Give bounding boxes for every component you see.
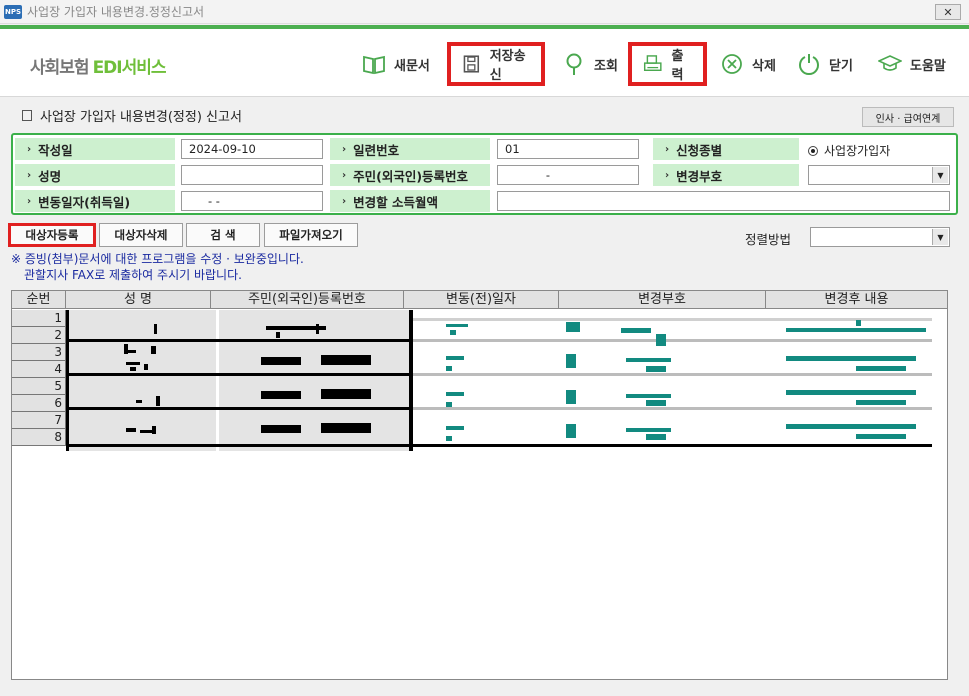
apply-type-label: 신청종별 [653,138,799,160]
import-file-button[interactable]: 파일가져오기 [264,223,358,247]
brand-part2: EDI서비스 [92,58,167,78]
name-field[interactable] [181,165,323,185]
change-date-field[interactable]: - - [181,191,323,211]
col-header-seq: 순번 [12,291,66,308]
window-titlebar: NPS 사업장 가입자 내용변경.정정신고서 ✕ [0,0,969,24]
row-number[interactable]: 5 [12,378,66,395]
help-button[interactable]: 도움말 [868,42,956,86]
hr-payroll-link-button[interactable]: 인사 · 급여연계 [862,107,954,127]
row-number[interactable]: 8 [12,429,66,446]
notice-line-1: ※ 증빙(첨부)문서에 대한 프로그램을 수정 · 보완중입니다. [11,252,304,266]
name-label: 성명 [15,164,175,186]
apply-type-value: 사업장가입자 [824,144,891,158]
chevron-down-icon: ▼ [932,167,948,183]
change-code-label: 변경부호 [653,164,799,186]
written-date-label: 작성일 [15,138,175,160]
print-button[interactable]: 출력 [628,42,707,86]
row-number[interactable]: 1 [12,310,66,327]
delete-button[interactable]: 삭제 [710,42,786,86]
new-document-label: 새문서 [394,58,430,74]
grid-header: 순번 성 명 주민(외국인)등록번호 변동(전)일자 변경부호 변경후 내용 [12,291,947,309]
help-label: 도움말 [910,58,946,74]
form-fields: 작성일 2024-09-10 일련번호 01 신청종별 사업장가입자 성명 주민… [11,133,958,215]
row-number[interactable]: 4 [12,361,66,378]
row-number[interactable]: 3 [12,344,66,361]
window-close-button[interactable]: ✕ [935,4,961,20]
form-title: 사업장 가입자 내용변경(정정) 신고서 [22,106,242,125]
book-icon [363,55,385,75]
delete-target-button[interactable]: 대상자삭제 [99,223,183,247]
power-icon [799,54,819,76]
row-number[interactable]: 6 [12,395,66,412]
change-date-label: 변동일자(취득일) [15,190,175,212]
sort-method-label: 정렬방법 [745,232,792,247]
resident-no-label: 주민(외국인)등록번호 [330,164,490,186]
save-send-button[interactable]: 저장송신 [447,42,545,86]
notice-text: ※ 증빙(첨부)문서에 대한 프로그램을 수정 · 보완중입니다. 관할지사 F… [11,251,304,283]
brand-part1: 사회보험 [30,58,90,78]
delete-label: 삭제 [752,58,776,74]
print-label: 출력 [671,49,684,83]
save-icon [463,55,480,73]
serial-no-label: 일련번호 [330,138,490,160]
hr-payroll-link-label: 인사 · 급여연계 [875,113,941,125]
col-header-resident-no: 주민(외국인)등록번호 [211,291,404,308]
written-date-field[interactable]: 2024-09-10 [181,139,323,159]
change-code-select[interactable]: ▼ [808,165,950,185]
brand-logo: 사회보험 EDI서비스 [30,53,167,78]
radio-selected-icon [808,145,818,156]
magnifier-icon [566,53,582,75]
subject-grid[interactable]: 순번 성 명 주민(외국인)등록번호 변동(전)일자 변경부호 변경후 내용 1… [11,290,948,680]
sort-method-select[interactable]: ▼ [810,227,950,247]
header-toolbar: 사회보험 EDI서비스 새문서 저장송신 조회 출력 삭제 닫기 도움말 [0,29,969,97]
redacted-grid-data [66,310,932,451]
row-number[interactable]: 7 [12,412,66,429]
register-target-button[interactable]: 대상자등록 [8,223,96,247]
register-target-label: 대상자등록 [25,228,79,242]
resident-no-field[interactable]: - [497,165,639,185]
income-month-label: 변경할 소득월액 [330,190,490,212]
new-document-button[interactable]: 새문서 [352,42,440,86]
nps-app-icon: NPS [4,4,22,19]
delete-circle-icon [722,54,742,74]
window-title: 사업장 가입자 내용변경.정정신고서 [27,5,205,19]
col-header-name: 성 명 [66,291,211,308]
col-header-after-content: 변경후 내용 [824,292,889,307]
chevron-down-icon: ▼ [932,229,948,245]
notice-line-2: 관할지사 FAX로 제출하여 주시기 바랍니다. [24,268,242,282]
row-number[interactable]: 2 [12,327,66,344]
printer-icon [643,55,662,71]
grid-search-button[interactable]: 검 색 [186,223,260,247]
serial-no-field[interactable]: 01 [497,139,639,159]
save-send-label: 저장송신 [489,49,526,83]
form-title-text: 사업장 가입자 내용변경(정정) 신고서 [40,110,242,125]
document-icon [22,110,32,121]
income-month-field[interactable] [497,191,950,211]
search-button[interactable]: 조회 [552,42,628,86]
grid-search-label: 검 색 [210,228,236,242]
close-label: 닫기 [829,58,853,74]
col-header-change-date: 변동(전)일자 [404,291,559,308]
delete-target-label: 대상자삭제 [114,228,168,242]
close-button[interactable]: 닫기 [787,42,863,86]
import-file-label: 파일가져오기 [279,228,343,242]
apply-type-radio[interactable]: 사업장가입자 [808,142,890,159]
graduation-cap-icon [878,55,902,71]
col-header-change-code: 변경부호 [559,291,766,308]
search-label: 조회 [594,58,618,74]
